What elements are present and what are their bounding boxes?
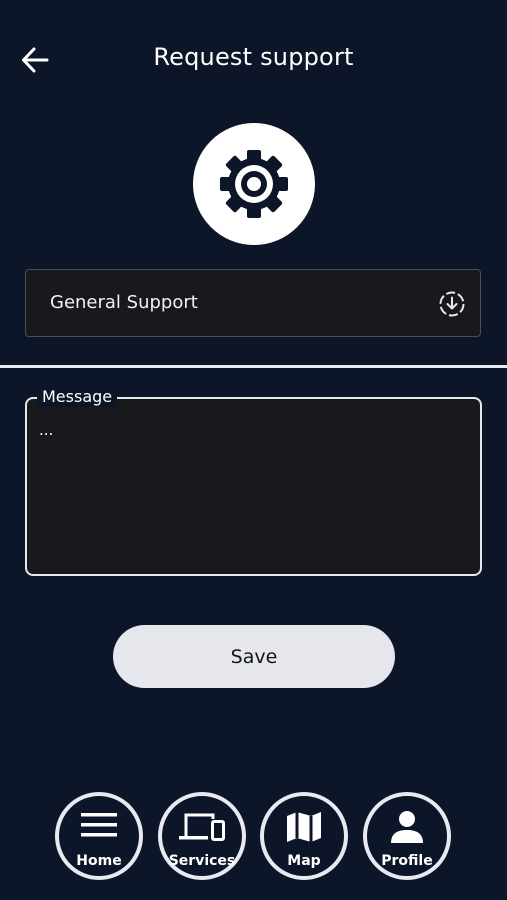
support-category-dropdown[interactable]: General Support [25,269,481,337]
nav-profile-label: Profile [381,853,433,869]
map-icon [287,812,321,842]
message-label: Message [37,387,118,407]
message-input[interactable]: ... [39,421,464,561]
save-button[interactable]: Save [113,625,395,688]
page-title: Request support [153,43,354,71]
nav-map-button[interactable]: Map [260,792,348,880]
nav-map-label: Map [287,853,321,869]
menu-icon [81,813,117,837]
nav-home-button[interactable]: Home [55,792,143,880]
message-field[interactable]: Message ... [25,387,482,576]
support-category-value: General Support [50,292,198,313]
nav-home-label: Home [76,853,122,869]
circle-arrow-down-icon [439,291,465,317]
nav-services-label: Services [168,853,236,869]
person-icon [391,811,423,843]
support-badge [193,123,315,245]
nav-services-button[interactable]: Services [158,792,246,880]
bottom-navigation: Home Services Map Profile [0,792,507,884]
devices-icon [179,813,225,841]
nav-profile-button[interactable]: Profile [363,792,451,880]
section-divider [0,365,507,368]
gear-icon [220,150,288,218]
request-support-screen: Request support General Support Message … [0,0,507,900]
